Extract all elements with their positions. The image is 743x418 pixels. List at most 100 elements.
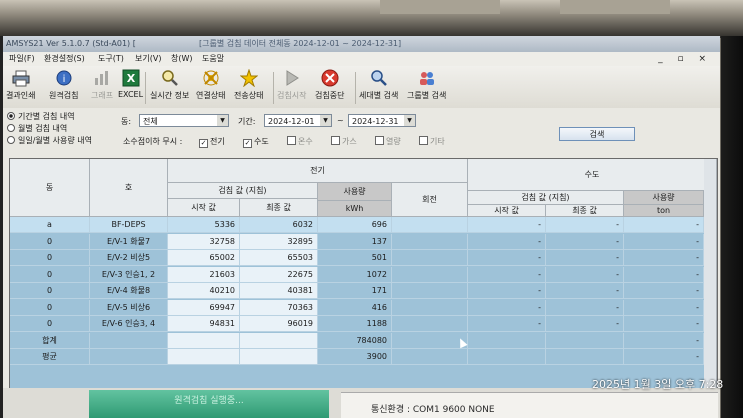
table-cell: a — [10, 217, 90, 233]
col-ho[interactable]: 호 — [90, 159, 168, 217]
table-cell: 171 — [318, 283, 392, 299]
toolbar-label: 결과인쇄 — [6, 91, 36, 100]
col-water-usage[interactable]: 사용량 — [624, 191, 704, 205]
dong-label: 동: — [121, 117, 132, 126]
table-row[interactable]: 0 E/V-2 비상5 65002 65503 501- - - — [10, 250, 717, 266]
table-cell: - — [624, 299, 704, 316]
col-electric-end[interactable]: 최종 값 — [240, 199, 318, 217]
menu-tools[interactable]: 도구(T) — [98, 52, 124, 66]
col-dong[interactable]: 동 — [10, 159, 90, 217]
col-electric-start[interactable]: 시작 값 — [168, 199, 240, 217]
search-button[interactable]: 검색 — [559, 127, 635, 141]
mode-daily-monthly-radio[interactable]: 일일/월별 사용량 내역 — [7, 135, 92, 146]
vertical-scrollbar[interactable] — [704, 159, 717, 391]
table-row[interactable]: 0 E/V-3 인승1, 2 21603 22675 1072- - - — [10, 266, 717, 283]
menu-file[interactable]: 파일(F) — [9, 52, 35, 66]
table-cell: - — [546, 299, 624, 316]
toolbar-separator — [273, 72, 274, 104]
col-water-end[interactable]: 최종 값 — [546, 205, 624, 217]
dong-select[interactable]: 전체 ▼ — [139, 114, 229, 127]
transmission-status-button[interactable]: 전송상태 — [234, 68, 263, 101]
background-poster — [560, 0, 670, 14]
check-gas[interactable]: 가스 — [331, 136, 357, 147]
table-cell: 696 — [318, 217, 392, 233]
water-unit: ton — [624, 205, 704, 217]
start-reading-button[interactable]: 검침시작 — [277, 69, 306, 101]
period-label: 기간: — [238, 117, 256, 126]
household-search-button[interactable]: 세대별 검색 — [359, 69, 398, 101]
toolbar-label: 세대별 검색 — [359, 91, 399, 100]
table-cell: 0 — [10, 299, 90, 316]
date-from-picker[interactable]: 2024-12-01 ▼ — [264, 114, 332, 127]
table-cell: - — [468, 233, 546, 250]
table-row[interactable]: 0 E/V-5 비상6 69947 70363 416- - - — [10, 299, 717, 316]
table-cell: 137 — [318, 233, 392, 250]
toolbar-label: 검침시작 — [277, 91, 307, 100]
photo-background-top — [0, 0, 743, 38]
table-cell — [392, 349, 468, 365]
table-row[interactable]: a BF-DEPS 5336 6032 696- - - — [10, 217, 717, 233]
group-search-button[interactable]: 그룹별 검색 — [407, 69, 446, 101]
toolbar-separator — [145, 72, 146, 104]
table-cell — [392, 283, 468, 299]
check-heat[interactable]: 열량 — [375, 136, 401, 147]
table-cell: - — [546, 217, 624, 233]
magnifier-icon — [161, 69, 179, 87]
play-icon — [283, 69, 301, 87]
remote-reading-button[interactable]: i 원격검침 — [49, 69, 78, 101]
menu-window[interactable]: 창(W) — [171, 52, 193, 66]
stop-reading-button[interactable]: 검침중단 — [315, 69, 344, 101]
table-cell — [468, 349, 546, 365]
mode-period-radio[interactable]: 기간별 검침 내역 — [7, 111, 75, 122]
table-cell — [90, 349, 168, 365]
connection-icon — [202, 69, 220, 87]
check-hot-water[interactable]: 온수 — [287, 136, 313, 147]
col-water-start[interactable]: 시작 값 — [468, 205, 546, 217]
table-cell: 1072 — [318, 266, 392, 283]
table-cell: 3900 — [318, 349, 392, 365]
graph-button[interactable]: 그래프 — [91, 69, 113, 101]
total-row[interactable]: 합계 784080 - — [10, 332, 717, 349]
connection-status-button[interactable]: 연결상태 — [196, 69, 225, 101]
table-cell: - — [624, 316, 704, 332]
chevron-down-icon: ▼ — [217, 115, 228, 126]
table-cell: 70363 — [240, 299, 318, 316]
excel-button[interactable]: X EXCEL — [118, 69, 143, 99]
check-water[interactable]: ✓ 수도 — [243, 136, 269, 148]
table-row[interactable]: 0 E/V-1 화물7 32758 32895 137- - - — [10, 233, 717, 250]
document-title: [그룹별 검침 데이터 전체동 2024-12-01 ~ 2024-12-31] — [199, 39, 402, 48]
col-rotation[interactable]: 회전 — [392, 183, 468, 217]
menu-help[interactable]: 도움말 — [202, 52, 224, 66]
table-row[interactable]: 0 E/V-4 화물8 40210 40381 171- - - — [10, 283, 717, 299]
date-to-picker[interactable]: 2024-12-31 ▼ — [348, 114, 416, 127]
mode-monthly-radio[interactable]: 월별 검침 내역 — [7, 123, 67, 134]
table-cell — [168, 349, 240, 365]
realtime-info-button[interactable]: 실시간 정보 — [150, 69, 189, 101]
table-cell: - — [546, 250, 624, 266]
print-result-button[interactable]: 결과인쇄 — [6, 69, 35, 101]
table-cell: - — [624, 250, 704, 266]
table-row[interactable]: 0 E/V-6 인승3, 4 94831 96019 1188- - - — [10, 316, 717, 332]
remote-meter-icon: i — [55, 69, 73, 87]
print-icon — [12, 69, 30, 87]
comm-env-text: 통신환경 : COM1 9600 NONE — [371, 405, 495, 415]
menu-settings[interactable]: 환경설정(S) — [44, 52, 85, 66]
table-cell — [392, 299, 468, 316]
table-cell: - — [624, 349, 704, 365]
table-cell: - — [624, 283, 704, 299]
window-controls[interactable]: _ ▫ × — [658, 52, 712, 66]
table-cell: E/V-6 인승3, 4 — [90, 316, 168, 332]
table-cell: 22675 — [240, 266, 318, 283]
check-electric[interactable]: ✓ 전기 — [199, 136, 225, 148]
stop-icon — [321, 69, 339, 87]
table-cell: 0 — [10, 266, 90, 283]
table-cell: 784080 — [318, 332, 392, 349]
table-cell: 65002 — [168, 250, 240, 266]
svg-text:X: X — [126, 72, 135, 85]
table-cell: E/V-5 비상6 — [90, 299, 168, 316]
check-other[interactable]: 기타 — [419, 136, 445, 147]
toolbar-label: 실시간 정보 — [150, 91, 190, 100]
col-electric-usage[interactable]: 사용량 — [318, 183, 392, 201]
menu-view[interactable]: 보기(V) — [135, 52, 161, 66]
average-row[interactable]: 평균 3900 - — [10, 349, 717, 365]
